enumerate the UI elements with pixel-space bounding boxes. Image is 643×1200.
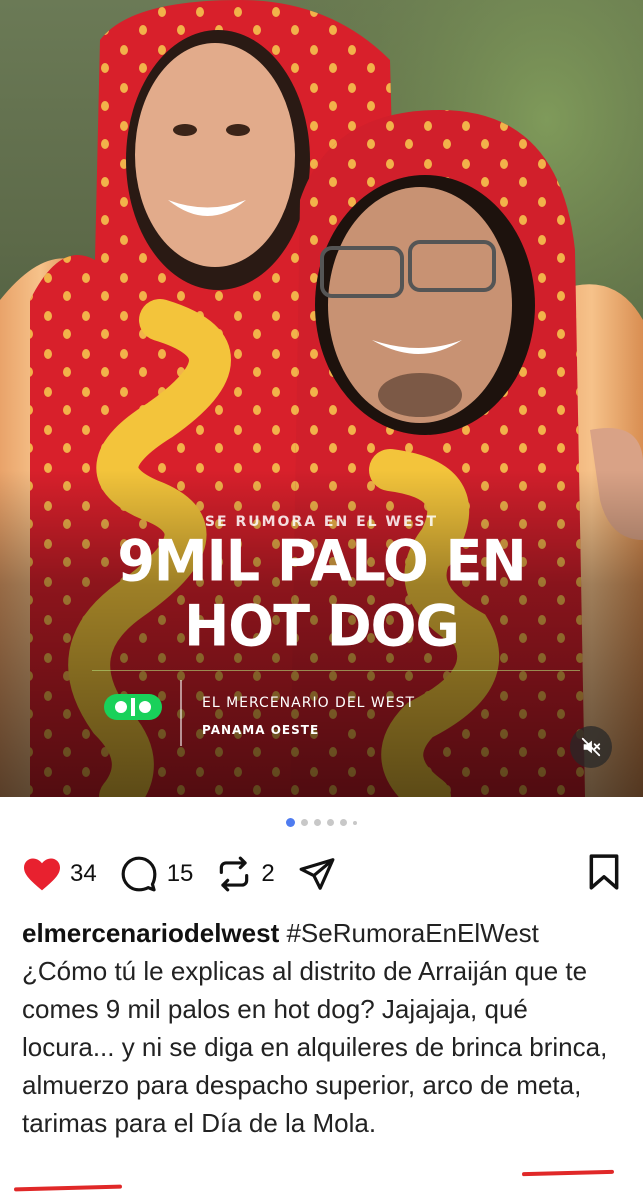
caption-username[interactable]: elmercenariodelwest [22,918,279,948]
heart-icon [24,858,60,891]
comment-icon [121,856,157,892]
repost-count: 2 [261,860,275,887]
save-button[interactable] [587,853,621,896]
repost-button[interactable]: 2 [215,855,275,893]
red-underline-mark [13,1184,123,1192]
like-button[interactable]: 34 [22,856,97,892]
bookmark-icon [589,853,619,890]
caption-highlight: Día de la Mola [201,1108,369,1138]
headline-divider [92,670,580,671]
brand-divider [180,680,182,746]
comment-count: 15 [166,860,194,887]
headline-line-1: 9MIL PALO EN [117,527,526,594]
carousel-dot [340,819,347,826]
post-media[interactable]: SE RUMORA EN EL WEST 9MIL PALO EN HOT DO… [0,0,643,797]
headline: 9MIL PALO EN HOT DOG [0,527,643,660]
carousel-indicator [0,818,643,827]
post-actions: 34 15 2 [22,852,621,896]
red-underline-mark [521,1169,615,1177]
carousel-dot [353,820,357,825]
send-icon [299,858,335,890]
headline-line-2: HOT DOG [184,592,460,660]
mute-button[interactable] [570,726,612,768]
caption-hashtag[interactable]: #SeRumoraEnElWest [286,918,538,948]
like-count: 34 [70,860,97,887]
brand-region: PANAMA OESTE [202,723,320,737]
carousel-dot [314,819,321,826]
carousel-dot [327,819,334,826]
brand-name: EL MERCENARIO DEL WEST [202,695,416,711]
carousel-dot [286,818,295,827]
caption-text-end: . [368,1108,377,1138]
brand-logo-icon [104,694,162,720]
speaker-muted-icon [581,737,601,757]
share-button[interactable] [297,855,337,893]
repost-icon [220,856,249,892]
post-caption: elmercenariodelwest #SeRumoraEnElWest ¿C… [22,914,626,1142]
comment-button[interactable]: 15 [119,855,194,893]
carousel-dot [301,819,308,826]
